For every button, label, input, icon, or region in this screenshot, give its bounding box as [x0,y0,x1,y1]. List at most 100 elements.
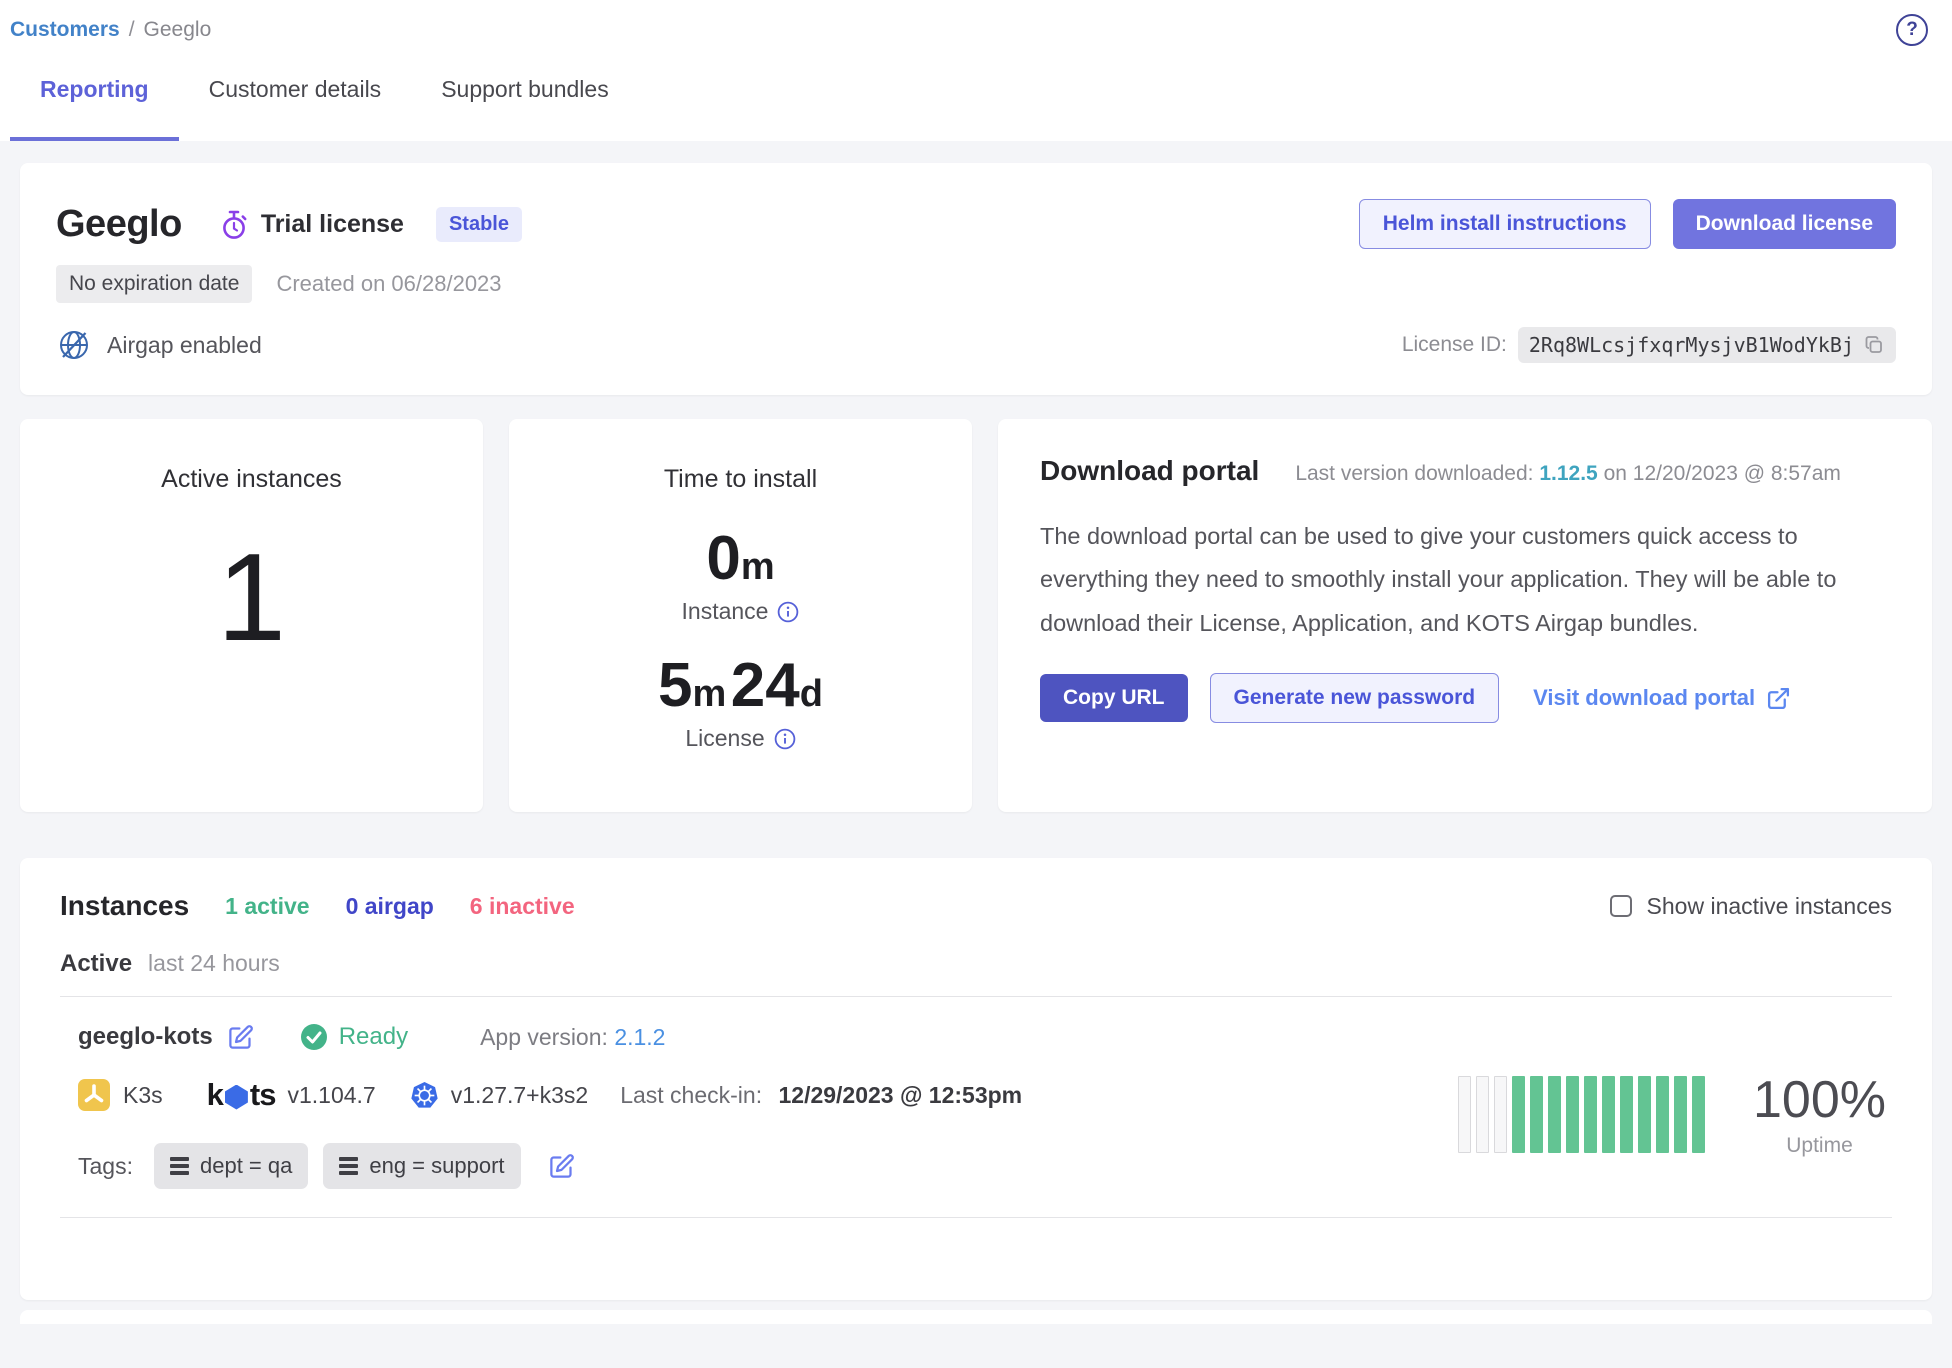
kubernetes-version-value: v1.27.7+k3s2 [451,1082,588,1109]
instance-details: geeglo-kots Ready App ve [78,1023,1458,1189]
generate-new-password-button[interactable]: Generate new password [1210,673,1500,723]
show-inactive-checkbox[interactable] [1610,895,1632,917]
help-icon[interactable]: ? [1896,14,1928,46]
active-instances-value: 1 [20,536,483,660]
license-type-label: Trial license [261,210,404,239]
instance-title-row: geeglo-kots Ready App ve [78,1023,1458,1051]
tags-label: Tags: [78,1153,133,1180]
instance-tags-row: Tags: dept = qa eng = support [78,1143,1458,1189]
edit-tags-icon[interactable] [548,1153,575,1180]
airgap-count[interactable]: 0 airgap [346,893,434,920]
uptime-bar [1512,1076,1525,1153]
tab-reporting[interactable]: Reporting [10,76,179,141]
uptime-bar [1566,1076,1579,1153]
license-install-unit-2: d [800,673,823,715]
instance-install-number: 0 [706,524,740,593]
tab-support-bundles[interactable]: Support bundles [411,76,639,141]
page-header: Customers / Geeglo ? Reporting Customer … [0,0,1952,141]
tag-pill[interactable]: dept = qa [154,1143,308,1189]
uptime-summary: 100% Uptime [1753,1070,1886,1158]
download-license-button[interactable]: Download license [1673,199,1896,249]
last-checkin-label: Last check-in: [620,1082,762,1108]
active-group-title: Active [60,950,132,978]
uptime-bars [1458,1076,1705,1153]
instances-title: Instances [60,890,189,922]
created-date-text: Created on 06/28/2023 [276,271,501,297]
breadcrumb-separator: / [129,18,135,42]
kots-logo-o-icon [225,1085,248,1110]
license-type: Trial license [220,209,404,240]
instance-install-unit: m [741,546,775,588]
time-to-install-title: Time to install [509,465,972,494]
license-install-time: 5m 24d [509,655,972,717]
last-checkin: Last check-in: 12/29/2023 @ 12:53pm [620,1082,1022,1109]
license-install-unit-1: m [693,673,727,715]
tag-lines-icon [339,1157,358,1175]
airgap-globe-icon [56,327,92,363]
inactive-count[interactable]: 6 inactive [470,893,575,920]
page-content: Geeglo Trial license Stable Helm install… [0,141,1952,1300]
app-version: App version: 2.1.2 [480,1024,665,1051]
external-link-icon [1766,686,1791,711]
instance-name[interactable]: geeglo-kots [78,1023,213,1051]
expiration-badge: No expiration date [56,265,252,303]
kots-logo-k: k [207,1077,223,1113]
license-card-bottom-row: Airgap enabled License ID: 2Rq8WLcsjfxqr… [56,327,1896,363]
show-inactive-label: Show inactive instances [1647,893,1892,920]
license-id-value: 2Rq8WLcsjfxqrMysjvB1WodYkBj [1529,333,1854,357]
breadcrumb-customers-link[interactable]: Customers [10,18,120,42]
airgap-status: Airgap enabled [56,327,262,363]
airgap-label: Airgap enabled [107,332,262,359]
instance-row: geeglo-kots Ready App ve [60,1023,1892,1189]
last-version-downloaded: Last version downloaded: 1.12.5 on 12/20… [1295,462,1841,486]
last-version-link[interactable]: 1.12.5 [1539,462,1597,485]
copy-url-button[interactable]: Copy URL [1040,674,1188,722]
active-instances-card: Active instances 1 [20,419,483,812]
kots-version-group: kts v1.104.7 [207,1077,376,1113]
ready-check-icon [300,1023,328,1051]
tag-lines-icon [170,1157,189,1175]
license-card-buttons: Helm install instructions Download licen… [1359,199,1896,249]
uptime-bar [1548,1076,1561,1153]
uptime-bar [1458,1076,1471,1153]
instance-install-label-row: Instance [509,598,972,625]
kubernetes-version-group: v1.27.7+k3s2 [410,1081,588,1110]
k3s-icon [78,1079,110,1111]
last-version-prefix: Last version downloaded: [1295,462,1533,485]
show-inactive-toggle: Show inactive instances [1610,893,1892,920]
tag-pill[interactable]: eng = support [323,1143,520,1189]
uptime-section: 100% Uptime [1458,1039,1892,1189]
tab-bar: Reporting Customer details Support bundl… [10,76,1928,141]
helm-install-instructions-button[interactable]: Helm install instructions [1359,199,1651,249]
distribution-label: K3s [123,1082,163,1109]
uptime-bar [1692,1076,1705,1153]
customer-name: Geeglo [56,203,182,246]
instance-info-icon[interactable] [777,601,799,623]
edit-instance-name-icon[interactable] [227,1024,254,1051]
copy-icon[interactable] [1863,334,1885,356]
download-portal-card: Download portal Last version downloaded:… [998,419,1932,812]
download-portal-description: The download portal can be used to give … [1040,515,1890,645]
license-card-meta-row: No expiration date Created on 06/28/2023 [56,265,1896,303]
license-install-label: License [685,725,764,752]
tab-customer-details[interactable]: Customer details [179,76,412,141]
active-group-header: Active last 24 hours [60,950,1892,978]
instances-header: Instances 1 active 0 airgap 6 inactive S… [60,890,1892,922]
license-install-number-1: 5 [658,651,692,720]
stats-row: Active instances 1 Time to install 0m In… [20,419,1932,812]
license-card-top-row: Geeglo Trial license Stable Helm install… [56,199,1896,249]
instance-status-label: Ready [339,1023,408,1051]
license-id-label: License ID: [1402,333,1507,357]
uptime-bar [1476,1076,1489,1153]
trial-timer-icon [220,209,248,240]
tag-label: eng = support [369,1153,504,1179]
visit-download-portal-link[interactable]: Visit download portal [1533,685,1791,711]
instance-install-label: Instance [682,598,769,625]
uptime-bar [1638,1076,1651,1153]
license-info-icon[interactable] [774,728,796,750]
kubernetes-icon [410,1081,439,1110]
app-version-value[interactable]: 2.1.2 [614,1024,665,1050]
uptime-bar [1584,1076,1597,1153]
active-count[interactable]: 1 active [225,893,309,920]
breadcrumb-current: Geeglo [144,18,212,42]
